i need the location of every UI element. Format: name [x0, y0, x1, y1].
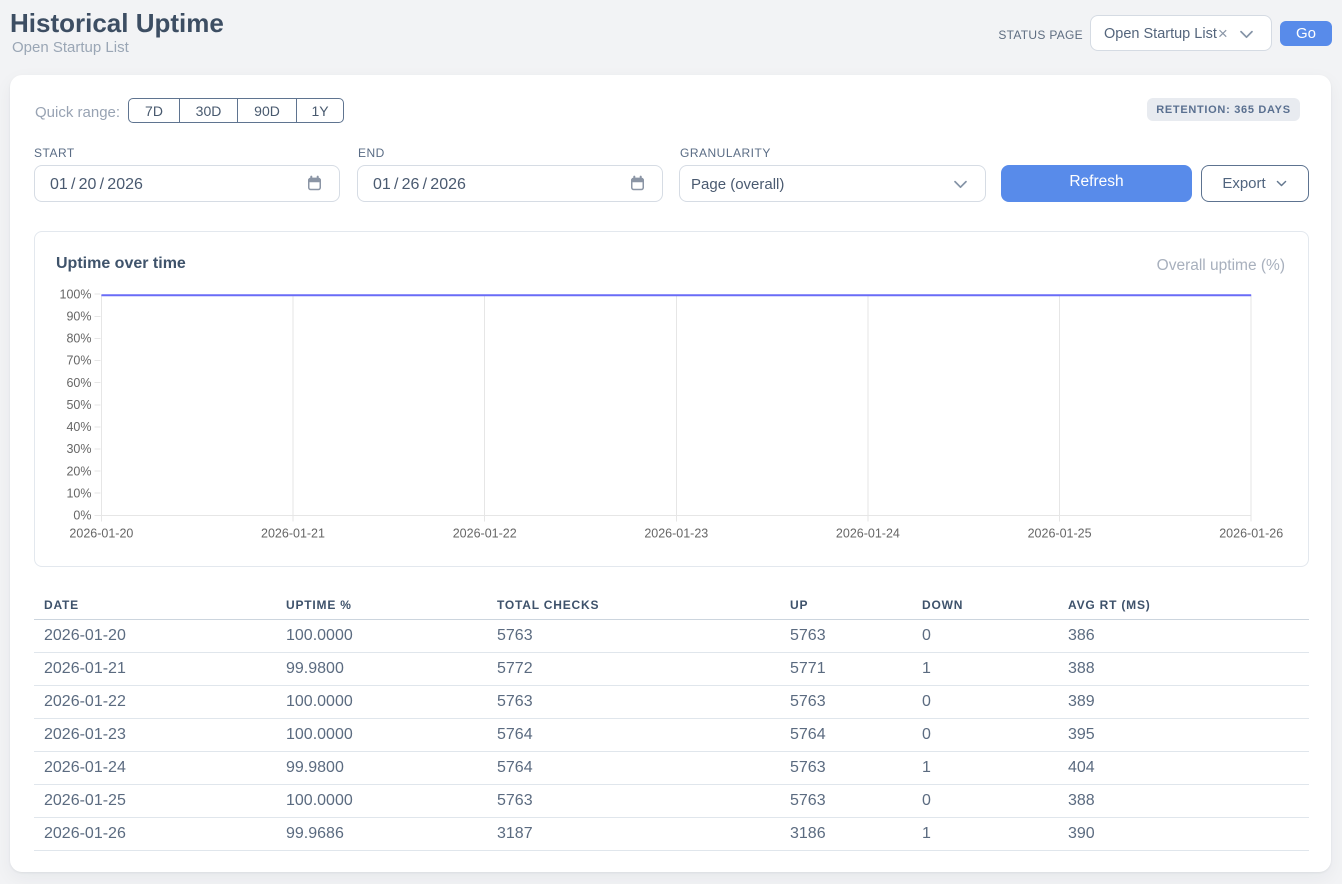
svg-text:2026-01-20: 2026-01-20: [69, 527, 133, 541]
svg-text:70%: 70%: [66, 354, 91, 368]
svg-text:0%: 0%: [73, 509, 91, 523]
svg-text:60%: 60%: [66, 376, 91, 390]
svg-text:2026-01-24: 2026-01-24: [836, 527, 900, 541]
svg-text:2026-01-26: 2026-01-26: [1219, 527, 1283, 541]
svg-text:90%: 90%: [66, 310, 91, 324]
svg-text:2026-01-23: 2026-01-23: [644, 527, 708, 541]
svg-text:40%: 40%: [66, 420, 91, 434]
svg-text:2026-01-25: 2026-01-25: [1028, 527, 1092, 541]
svg-text:80%: 80%: [66, 332, 91, 346]
svg-text:50%: 50%: [66, 398, 91, 412]
svg-text:10%: 10%: [66, 486, 91, 500]
svg-text:30%: 30%: [66, 442, 91, 456]
svg-text:2026-01-21: 2026-01-21: [261, 527, 325, 541]
svg-text:20%: 20%: [66, 464, 91, 478]
svg-text:2026-01-22: 2026-01-22: [453, 527, 517, 541]
svg-text:100%: 100%: [60, 287, 92, 301]
